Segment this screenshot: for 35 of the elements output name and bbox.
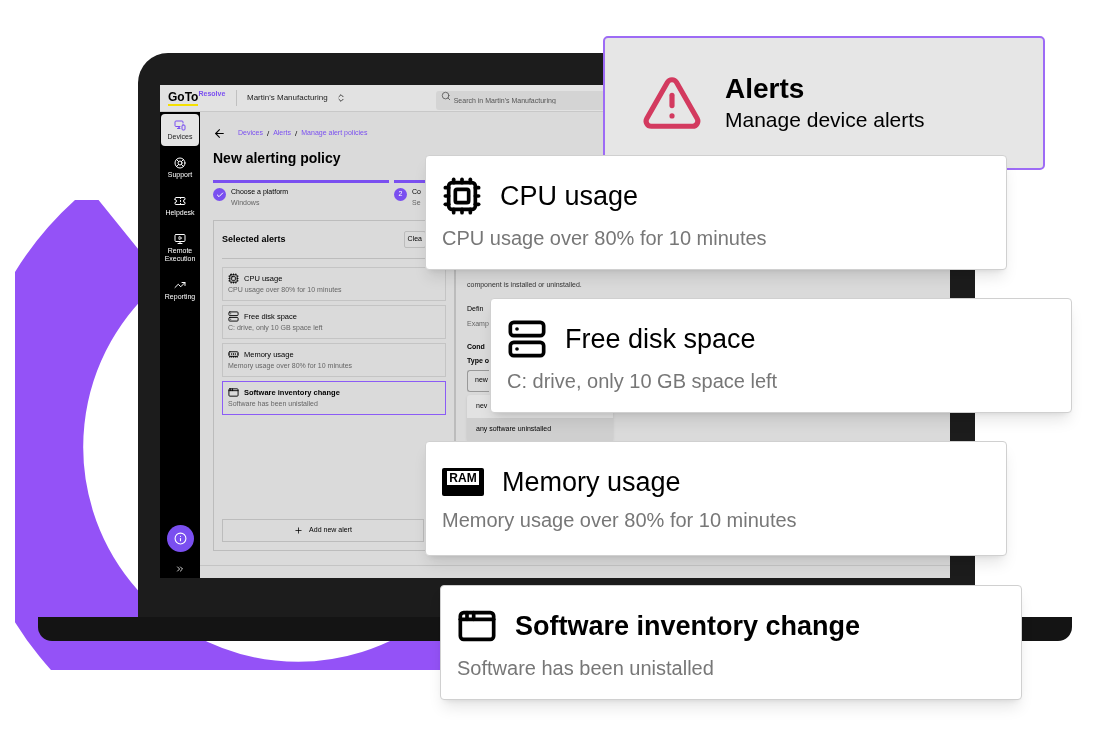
card-title: Free disk space: [565, 322, 756, 355]
card-title: Memory usage: [502, 465, 681, 498]
breadcrumb-separator: /: [295, 127, 298, 140]
workspace-switcher[interactable]: Martin's Manufacturing: [247, 92, 346, 104]
disk-icon: [507, 318, 547, 359]
disk-icon: [228, 311, 239, 322]
ticket-icon: [174, 195, 186, 207]
memory-icon: [228, 349, 239, 360]
search-icon: [440, 91, 451, 101]
trend-line-icon: [174, 279, 186, 291]
card-subtitle: Manage device alerts: [725, 107, 925, 133]
card-title: CPU usage: [500, 179, 639, 212]
card-description: CPU usage over 80% for 10 minutes: [442, 225, 768, 250]
page-title: New alerting policy: [213, 149, 342, 168]
plus-icon: [294, 526, 304, 535]
card-title: Alerts: [725, 72, 806, 106]
expand-button[interactable]: [175, 564, 185, 574]
card-description: Software has been unistalled: [457, 655, 715, 680]
lifebuoy-icon: [174, 157, 186, 169]
chevrons-icon: [175, 564, 185, 574]
devices-icon: [174, 119, 186, 131]
card-title: Software inventory change: [515, 609, 861, 642]
back-icon[interactable]: [213, 127, 226, 140]
panel-title: Selected alerts: [222, 232, 286, 246]
chip-icon: [228, 273, 239, 284]
card-description: C: drive, only 10 GB space left: [507, 368, 779, 393]
info-button[interactable]: [166, 525, 194, 552]
window-icon: [228, 387, 239, 398]
chip-icon: [442, 175, 482, 216]
updown-icon: [335, 93, 346, 103]
info-icon: [173, 532, 187, 545]
monitor-icon: [174, 233, 186, 245]
card-description: Memory usage over 80% for 10 minutes: [442, 507, 798, 532]
breadcrumb-separator: /: [266, 127, 270, 140]
memory-icon: RAM: [442, 467, 484, 496]
